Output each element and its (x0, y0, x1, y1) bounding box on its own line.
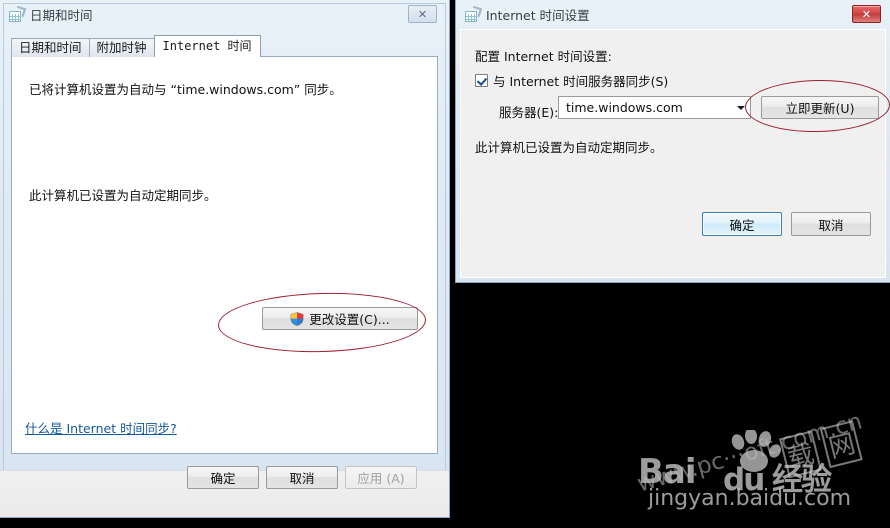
watermark-cjk-2: 网 (820, 420, 863, 469)
server-value: time.windows.com (566, 100, 683, 115)
watermark: Bai du 经验 jingyan.baidu.com www.pc⋅⋅⋅oft… (628, 408, 890, 528)
date-time-icon (8, 5, 27, 23)
change-settings-button[interactable]: 更改设置(C)... (262, 307, 418, 330)
uac-shield-icon (290, 311, 304, 326)
what-is-internet-time-link[interactable]: 什么是 Internet 时间同步? (25, 418, 177, 437)
date-time-icon (464, 5, 483, 23)
sync-checkbox-row[interactable]: 与 Internet 时间服务器同步(S) (475, 71, 668, 90)
watermark-url: jingyan.baidu.com (648, 486, 852, 511)
configure-heading: 配置 Internet 时间设置: (475, 49, 612, 64)
watermark-diagonal-url: www.pc⋅⋅⋅oft.com.cn (634, 408, 866, 498)
close-icon[interactable]: ✕ (852, 5, 881, 23)
date-time-title: 日期和时间 (30, 8, 93, 23)
sync-checkbox-label: 与 Internet 时间服务器同步(S) (493, 74, 669, 89)
watermark-brand-tail: du 经验 (723, 462, 832, 498)
tab-date-time[interactable]: 日期和时间 (11, 38, 90, 57)
internet-time-titlebar[interactable]: Internet 时间设置 (456, 0, 890, 29)
watermark-diagonal-cjk: 载 网 (779, 420, 863, 479)
watermark-brand: Bai (638, 452, 697, 492)
internet-time-tab-page: 已将计算机设置为自动与 “time.windows.com” 同步。 此计算机已… (11, 56, 438, 454)
cancel-button[interactable]: 取消 (266, 466, 338, 489)
server-combobox[interactable]: time.windows.com (558, 96, 751, 119)
periodic-sync-line: 此计算机已设置为自动定期同步。 (29, 188, 217, 203)
sync-checkbox[interactable] (475, 74, 488, 87)
chevron-down-icon[interactable] (737, 106, 745, 110)
change-settings-label: 更改设置(C)... (309, 312, 390, 327)
cancel-button[interactable]: 取消 (791, 212, 871, 236)
tab-additional-clocks[interactable]: 附加时钟 (88, 38, 155, 57)
update-now-button[interactable]: 立即更新(U) (761, 96, 879, 119)
sync-status-line: 已将计算机设置为自动与 “time.windows.com” 同步。 (29, 82, 342, 97)
periodic-sync-status: 此计算机已设置为自动定期同步。 (475, 140, 663, 155)
ok-button[interactable]: 确定 (187, 466, 259, 489)
internet-time-settings-dialog: Internet 时间设置 ✕ 配置 Internet 时间设置: 与 Inte… (455, 0, 890, 283)
internet-time-title: Internet 时间设置 (486, 8, 590, 23)
paw-print-icon (731, 430, 781, 472)
date-time-dialog: 日期和时间 ✕ 日期和时间 附加时钟 Internet 时间 已将计算机设置为自… (0, 0, 450, 518)
close-icon[interactable]: ✕ (408, 5, 437, 23)
watermark-cjk-1: 载 (779, 430, 822, 479)
apply-button[interactable]: 应用 (A) (345, 466, 417, 489)
tab-internet-time[interactable]: Internet 时间 (153, 35, 261, 57)
date-time-titlebar[interactable]: 日期和时间 (0, 0, 449, 29)
tab-strip: 日期和时间 附加时钟 Internet 时间 (11, 35, 261, 57)
internet-time-body: 配置 Internet 时间设置: 与 Internet 时间服务器同步(S) … (460, 29, 886, 278)
server-label: 服务器(E): (499, 105, 559, 120)
ok-button[interactable]: 确定 (702, 212, 782, 236)
